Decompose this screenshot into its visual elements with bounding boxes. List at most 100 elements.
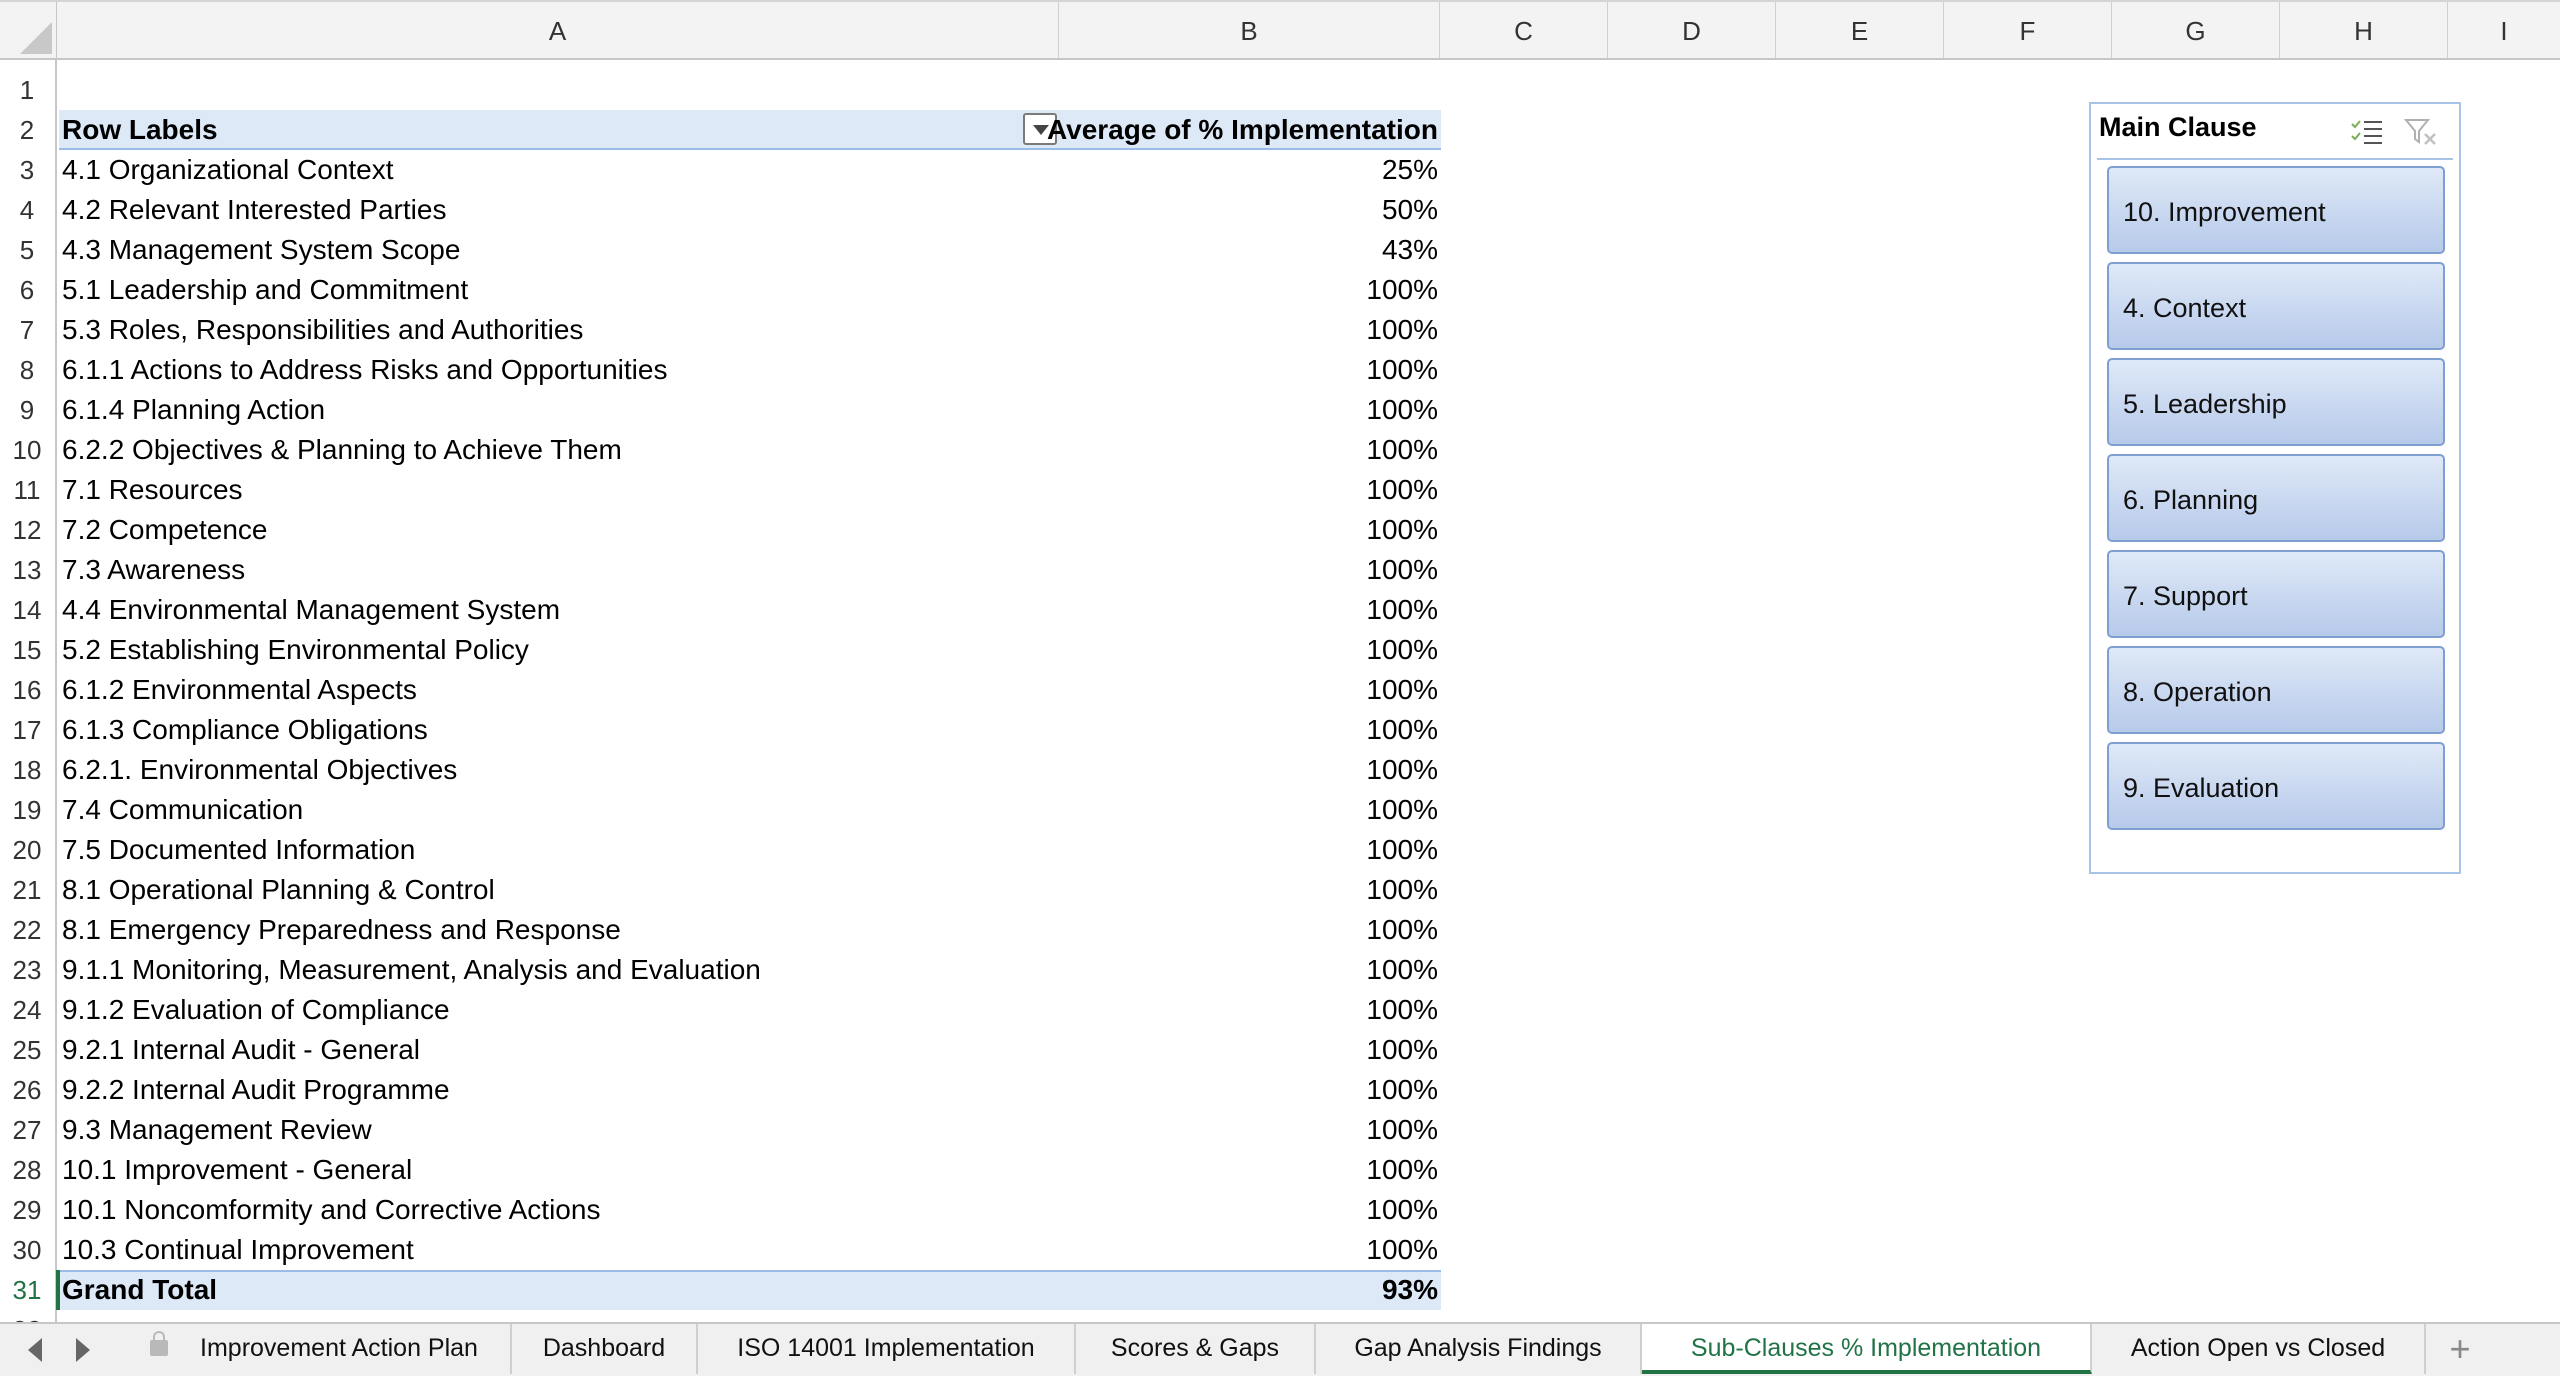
- pivot-row-label[interactable]: 7.5 Documented Information: [62, 830, 415, 870]
- row-header[interactable]: 22: [0, 910, 54, 950]
- pivot-row-label[interactable]: 5.3 Roles, Responsibilities and Authorit…: [62, 310, 583, 350]
- column-header-h[interactable]: H: [2280, 2, 2448, 58]
- row-header[interactable]: 9: [0, 390, 54, 430]
- row-header[interactable]: 19: [0, 790, 54, 830]
- pivot-row-label[interactable]: 6.1.4 Planning Action: [62, 390, 325, 430]
- pivot-row-label[interactable]: 9.1.2 Evaluation of Compliance: [62, 990, 450, 1030]
- column-header-f[interactable]: F: [1944, 2, 2112, 58]
- pivot-row-value[interactable]: 100%: [1366, 310, 1438, 350]
- slicer-item-button[interactable]: 10. Improvement: [2107, 166, 2445, 254]
- pivot-row-value[interactable]: 100%: [1366, 1070, 1438, 1110]
- pivot-row-value[interactable]: 100%: [1366, 350, 1438, 390]
- column-header-e[interactable]: E: [1776, 2, 1944, 58]
- tab-improvement-action-plan[interactable]: Improvement Action Plan: [168, 1324, 512, 1374]
- pivot-row-value[interactable]: 100%: [1366, 870, 1438, 910]
- row-header[interactable]: 29: [0, 1190, 54, 1230]
- slicer-item-button[interactable]: 6. Planning: [2107, 454, 2445, 542]
- pivot-row-label[interactable]: 6.1.2 Environmental Aspects: [62, 670, 417, 710]
- pivot-row-value[interactable]: 43%: [1382, 230, 1438, 270]
- pivot-row-label[interactable]: 10.3 Continual Improvement: [62, 1230, 414, 1270]
- row-header[interactable]: 20: [0, 830, 54, 870]
- row-header[interactable]: 21: [0, 870, 54, 910]
- row-header[interactable]: 26: [0, 1070, 54, 1110]
- tab-action-open-vs-closed[interactable]: Action Open vs Closed: [2092, 1324, 2426, 1374]
- row-header[interactable]: 28: [0, 1150, 54, 1190]
- grand-total-label[interactable]: Grand Total: [62, 1270, 217, 1310]
- slicer-item-button[interactable]: 4. Context: [2107, 262, 2445, 350]
- pivot-row-value[interactable]: 100%: [1366, 550, 1438, 590]
- column-header-b[interactable]: B: [1059, 2, 1440, 58]
- pivot-row-label[interactable]: 5.2 Establishing Environmental Policy: [62, 630, 529, 670]
- pivot-row-label[interactable]: 6.2.2 Objectives & Planning to Achieve T…: [62, 430, 622, 470]
- pivot-row-label[interactable]: 4.4 Environmental Management System: [62, 590, 560, 630]
- row-header[interactable]: 4: [0, 190, 54, 230]
- pivot-row-value[interactable]: 100%: [1366, 670, 1438, 710]
- row-header[interactable]: 30: [0, 1230, 54, 1270]
- column-header-g[interactable]: G: [2112, 2, 2280, 58]
- pivot-row-label[interactable]: 4.3 Management System Scope: [62, 230, 460, 270]
- row-header[interactable]: 2: [0, 110, 54, 150]
- pivot-row-value[interactable]: 100%: [1366, 950, 1438, 990]
- pivot-row-value[interactable]: 100%: [1366, 270, 1438, 310]
- pivot-row-value[interactable]: 100%: [1366, 790, 1438, 830]
- pivot-row-label[interactable]: 9.2.1 Internal Audit - General: [62, 1030, 420, 1070]
- pivot-row-value[interactable]: 100%: [1366, 710, 1438, 750]
- pivot-row-value[interactable]: 25%: [1382, 150, 1438, 190]
- tab-dashboard[interactable]: Dashboard: [512, 1324, 698, 1374]
- slicer-item-button[interactable]: 9. Evaluation: [2107, 742, 2445, 830]
- multi-select-icon[interactable]: [2349, 116, 2385, 148]
- column-header-c[interactable]: C: [1440, 2, 1608, 58]
- grand-total-value[interactable]: 93%: [1382, 1270, 1438, 1310]
- pivot-row-value[interactable]: 100%: [1366, 390, 1438, 430]
- tab-gap-analysis-findings[interactable]: Gap Analysis Findings: [1316, 1324, 1642, 1374]
- pivot-row-value[interactable]: 100%: [1366, 430, 1438, 470]
- row-header[interactable]: 18: [0, 750, 54, 790]
- pivot-row-label[interactable]: 7.4 Communication: [62, 790, 303, 830]
- pivot-row-label[interactable]: 6.1.3 Compliance Obligations: [62, 710, 428, 750]
- select-all-corner[interactable]: [0, 2, 57, 58]
- tab-sub-clauses-implementation[interactable]: Sub-Clauses % Implementation: [1642, 1324, 2092, 1374]
- tab-iso-14001-implementation[interactable]: ISO 14001 Implementation: [698, 1324, 1076, 1374]
- row-header[interactable]: 27: [0, 1110, 54, 1150]
- row-header[interactable]: 8: [0, 350, 54, 390]
- clear-filter-icon[interactable]: [2403, 116, 2439, 148]
- pivot-row-label[interactable]: 5.1 Leadership and Commitment: [62, 270, 468, 310]
- add-sheet-plus-icon[interactable]: +: [2440, 1326, 2480, 1372]
- pivot-row-value[interactable]: 100%: [1366, 830, 1438, 870]
- pivot-row-value[interactable]: 100%: [1366, 510, 1438, 550]
- pivot-row-label[interactable]: 7.3 Awareness: [62, 550, 245, 590]
- pivot-row-value[interactable]: 100%: [1366, 1230, 1438, 1270]
- pivot-row-label[interactable]: 6.1.1 Actions to Address Risks and Oppor…: [62, 350, 667, 390]
- next-sheet-arrow-icon[interactable]: [76, 1338, 90, 1362]
- pivot-row-value[interactable]: 50%: [1382, 190, 1438, 230]
- pivot-row-value[interactable]: 100%: [1366, 630, 1438, 670]
- pivot-row-value[interactable]: 100%: [1366, 1150, 1438, 1190]
- pivot-row-value[interactable]: 100%: [1366, 470, 1438, 510]
- slicer-item-button[interactable]: 8. Operation: [2107, 646, 2445, 734]
- pivot-row-value[interactable]: 100%: [1366, 1190, 1438, 1230]
- column-header-d[interactable]: D: [1608, 2, 1776, 58]
- pivot-row-label[interactable]: 4.2 Relevant Interested Parties: [62, 190, 446, 230]
- slicer-item-button[interactable]: 7. Support: [2107, 550, 2445, 638]
- row-header[interactable]: 12: [0, 510, 54, 550]
- pivot-row-value[interactable]: 100%: [1366, 1110, 1438, 1150]
- row-header[interactable]: 14: [0, 590, 54, 630]
- column-header-i[interactable]: I: [2448, 2, 2560, 58]
- pivot-row-label[interactable]: 6.2.1. Environmental Objectives: [62, 750, 457, 790]
- pivot-row-label[interactable]: 7.1 Resources: [62, 470, 243, 510]
- pivot-row-label[interactable]: 9.2.2 Internal Audit Programme: [62, 1070, 450, 1110]
- pivot-row-label[interactable]: 8.1 Emergency Preparedness and Response: [62, 910, 621, 950]
- pivot-value-header[interactable]: Average of % Implementation: [1047, 110, 1438, 150]
- pivot-row-label[interactable]: 10.1 Improvement - General: [62, 1150, 412, 1190]
- pivot-row-value[interactable]: 100%: [1366, 590, 1438, 630]
- row-header[interactable]: 31: [0, 1270, 54, 1310]
- pivot-row-value[interactable]: 100%: [1366, 1030, 1438, 1070]
- row-header[interactable]: 15: [0, 630, 54, 670]
- row-header[interactable]: 24: [0, 990, 54, 1030]
- pivot-row-label[interactable]: 4.1 Organizational Context: [62, 150, 394, 190]
- row-header[interactable]: 23: [0, 950, 54, 990]
- column-header-a[interactable]: A: [57, 2, 1059, 58]
- previous-sheet-arrow-icon[interactable]: [28, 1338, 42, 1362]
- pivot-row-label[interactable]: 9.3 Management Review: [62, 1110, 372, 1150]
- row-header[interactable]: 16: [0, 670, 54, 710]
